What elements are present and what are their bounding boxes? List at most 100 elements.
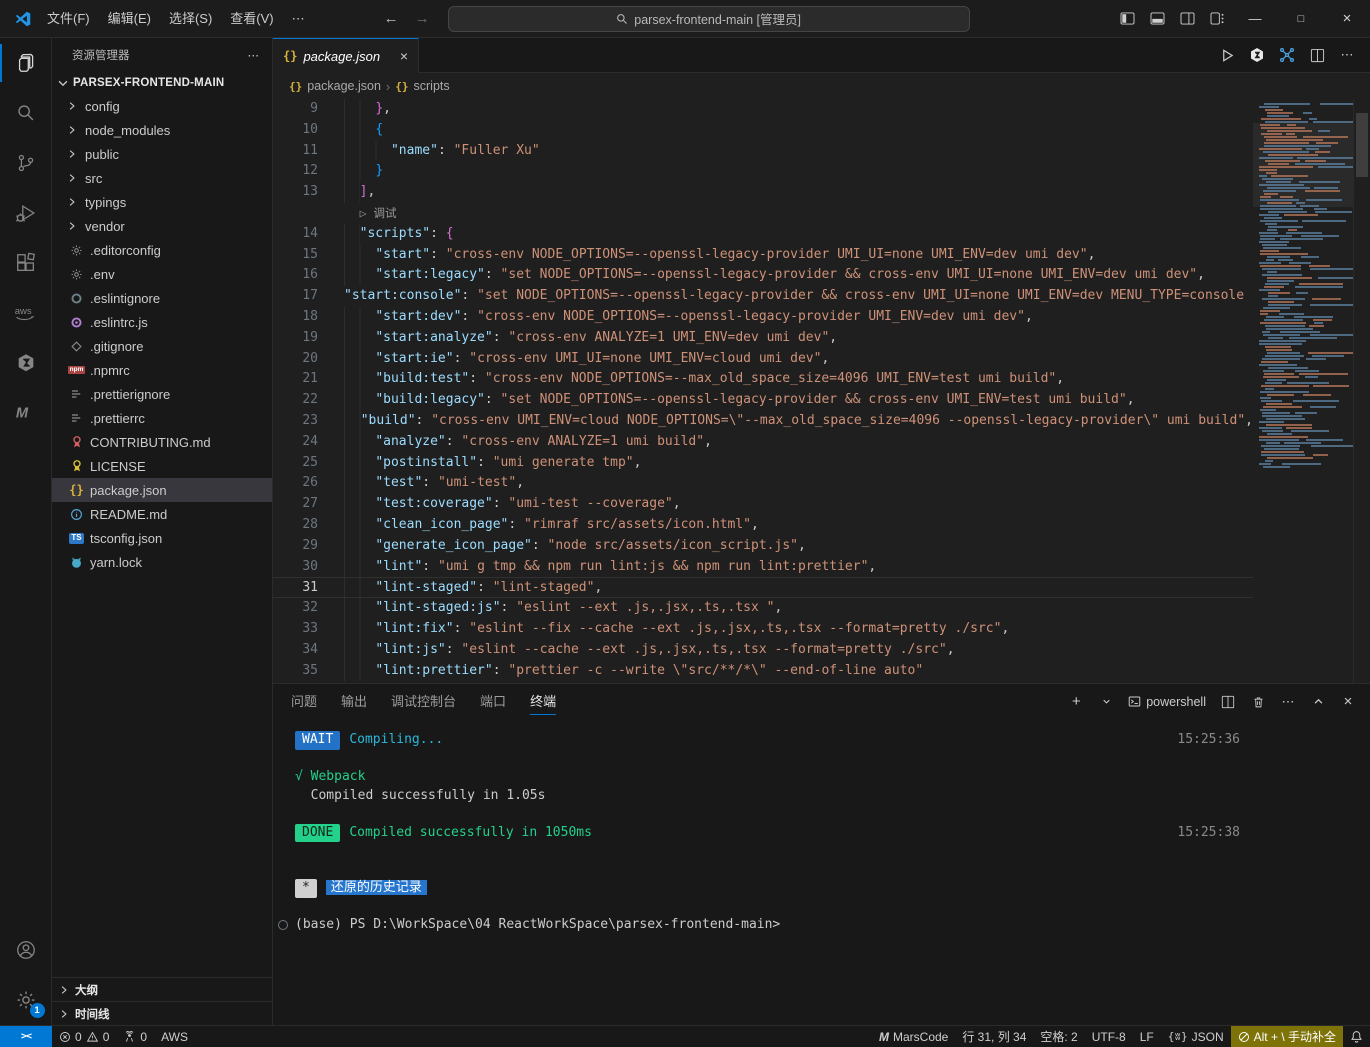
code-line-28[interactable]: 28"clean_icon_page": "rimraf src/assets/… — [273, 515, 1253, 536]
menu-item-4[interactable]: ⋯ — [283, 6, 314, 32]
tree-item-src[interactable]: src — [52, 166, 272, 190]
code-line-11[interactable]: 11"name": "Fuller Xu" — [273, 141, 1253, 162]
code-editor[interactable]: 9},10{11"name": "Fuller Xu"12}13],▷ 调试14… — [273, 99, 1370, 683]
vertical-scrollbar[interactable] — [1353, 99, 1370, 683]
kill-terminal-icon[interactable] — [1244, 689, 1272, 715]
ports-status[interactable]: 0 — [116, 1026, 154, 1047]
code-graph-icon[interactable] — [1274, 42, 1300, 68]
tree-item-typings[interactable]: typings — [52, 190, 272, 214]
code-line-10[interactable]: 10{ — [273, 120, 1253, 141]
tree-item-node-modules[interactable]: node_modules — [52, 118, 272, 142]
codelens-row[interactable]: ▷ 调试 — [273, 203, 1253, 224]
section-timeline[interactable]: 时间线 — [52, 1001, 272, 1025]
aws-status[interactable]: AWS — [154, 1026, 195, 1047]
extension-hexagon-icon[interactable] — [1244, 42, 1270, 68]
scrollbar-handle[interactable] — [1356, 113, 1368, 177]
activity-explorer-icon[interactable] — [0, 38, 52, 88]
tab-package-json[interactable]: {} package.json × — [273, 38, 419, 73]
code-line-35[interactable]: 35"lint:prettier": "prettier -c --write … — [273, 661, 1253, 682]
menu-item-3[interactable]: 查看(V) — [221, 6, 282, 32]
close-panel-icon[interactable]: × — [1334, 689, 1362, 715]
problems-status[interactable]: 0 0 — [52, 1026, 116, 1047]
maximize-button[interactable]: □ — [1278, 0, 1324, 37]
encoding-status[interactable]: UTF-8 — [1085, 1026, 1133, 1047]
toggle-panel-icon[interactable] — [1142, 6, 1172, 32]
code-line-23[interactable]: 23"build": "cross-env UMI_ENV=cloud NODE… — [273, 411, 1253, 432]
back-arrow-icon[interactable]: ← — [384, 10, 399, 27]
tree-item-npmrc[interactable]: npm.npmrc — [52, 358, 272, 382]
tree-item-contributing-md[interactable]: CONTRIBUTING.md — [52, 430, 272, 454]
activity-marscode-icon[interactable]: M — [0, 388, 52, 438]
code-line-30[interactable]: 30"lint": "umi g tmp && npm run lint:js … — [273, 557, 1253, 578]
terminal-dropdown-icon[interactable] — [1092, 689, 1120, 715]
split-editor-icon[interactable] — [1304, 42, 1330, 68]
run-button-icon[interactable] — [1214, 42, 1240, 68]
section-outline[interactable]: 大纲 — [52, 977, 272, 1001]
tree-item-readme-md[interactable]: README.md — [52, 502, 272, 526]
tree-item-eslintrc-js[interactable]: .eslintrc.js — [52, 310, 272, 334]
breadcrumb-item[interactable]: package.json — [307, 79, 381, 93]
close-button[interactable]: × — [1324, 0, 1370, 37]
cursor-position[interactable]: 行 31, 列 34 — [955, 1026, 1033, 1047]
activity-settings-icon[interactable]: 1 — [0, 975, 52, 1025]
terminal-instance-powershell[interactable]: powershell — [1122, 695, 1212, 709]
panel-tab-调试控制台[interactable]: 调试控制台 — [391, 685, 456, 719]
tree-item-package-json[interactable]: {}package.json — [52, 478, 272, 502]
toggle-secondary-sidebar-icon[interactable] — [1172, 6, 1202, 32]
panel-more-icon[interactable]: ⋯ — [1274, 689, 1302, 715]
indentation-status[interactable]: 空格: 2 — [1033, 1026, 1084, 1047]
notifications-bell-icon[interactable] — [1343, 1026, 1370, 1047]
activity-source-control-icon[interactable] — [0, 138, 52, 188]
maximize-panel-icon[interactable] — [1304, 689, 1332, 715]
split-terminal-icon[interactable] — [1214, 689, 1242, 715]
forward-arrow-icon[interactable]: → — [415, 10, 430, 27]
code-line-9[interactable]: 9}, — [273, 99, 1253, 120]
explorer-more-actions-icon[interactable]: ⋯ — [248, 48, 261, 62]
code-line-33[interactable]: 33"lint:fix": "eslint --fix --cache --ex… — [273, 619, 1253, 640]
tree-item-gitignore[interactable]: .gitignore — [52, 334, 272, 358]
tree-item-yarn-lock[interactable]: yarn.lock — [52, 550, 272, 574]
panel-tab-终端[interactable]: 终端 — [530, 685, 556, 719]
code-line-21[interactable]: 21"build:test": "cross-env NODE_OPTIONS=… — [273, 369, 1253, 390]
ai-completion-status[interactable]: Alt + \ 手动补全 — [1231, 1026, 1343, 1047]
code-line-25[interactable]: 25"postinstall": "umi generate tmp", — [273, 453, 1253, 474]
code-line-22[interactable]: 22"build:legacy": "set NODE_OPTIONS=--op… — [273, 390, 1253, 411]
more-actions-icon[interactable]: ⋯ — [1334, 42, 1360, 68]
command-decoration-icon[interactable] — [278, 920, 288, 930]
activity-accounts-icon[interactable] — [0, 925, 52, 975]
code-line-19[interactable]: 19"start:analyze": "cross-env ANALYZE=1 … — [273, 328, 1253, 349]
command-center-search[interactable]: parsex-frontend-main [管理员] — [448, 6, 970, 32]
menu-item-1[interactable]: 编辑(E) — [99, 6, 160, 32]
activity-extensions-icon[interactable] — [0, 238, 52, 288]
code-line-26[interactable]: 26"test": "umi-test", — [273, 473, 1253, 494]
code-line-27[interactable]: 27"test:coverage": "umi-test --coverage"… — [273, 494, 1253, 515]
panel-tab-问题[interactable]: 问题 — [291, 685, 317, 719]
tree-item-vendor[interactable]: vendor — [52, 214, 272, 238]
tree-item-env[interactable]: .env — [52, 262, 272, 286]
code-line-17[interactable]: 17"start:console": "set NODE_OPTIONS=--o… — [273, 286, 1253, 307]
terminal-output[interactable]: WAITCompiling...15:25:36√ Webpack Compil… — [273, 719, 1370, 1025]
toggle-sidebar-icon[interactable] — [1112, 6, 1142, 32]
activity-search-icon[interactable] — [0, 88, 52, 138]
tab-close-icon[interactable]: × — [400, 48, 408, 64]
tree-item-tsconfig-json[interactable]: TStsconfig.json — [52, 526, 272, 550]
tree-item-license[interactable]: LICENSE — [52, 454, 272, 478]
code-line-24[interactable]: 24"analyze": "cross-env ANALYZE=1 umi bu… — [273, 432, 1253, 453]
codelens-debug-action[interactable]: ▷ 调试 — [344, 203, 397, 224]
code-line-34[interactable]: 34"lint:js": "eslint --cache --ext .js,.… — [273, 640, 1253, 661]
code-line-32[interactable]: 32"lint-staged:js": "eslint --ext .js,.j… — [273, 598, 1253, 619]
new-terminal-icon[interactable]: + — [1062, 689, 1090, 715]
workspace-root-folder[interactable]: PARSEX-FRONTEND-MAIN — [52, 72, 272, 94]
panel-tab-端口[interactable]: 端口 — [480, 685, 506, 719]
remote-indicator[interactable]: >< — [0, 1026, 52, 1047]
code-line-14[interactable]: 14"scripts": { — [273, 224, 1253, 245]
activity-run-debug-icon[interactable] — [0, 188, 52, 238]
code-line-31[interactable]: 31"lint-staged": "lint-staged", — [273, 577, 1253, 598]
tree-item-config[interactable]: config — [52, 94, 272, 118]
activity-extension-hexagon-icon[interactable] — [0, 338, 52, 388]
panel-tab-输出[interactable]: 输出 — [341, 685, 367, 719]
tree-item-prettierignore[interactable]: .prettierignore — [52, 382, 272, 406]
code-line-12[interactable]: 12} — [273, 161, 1253, 182]
tree-item-eslintignore[interactable]: .eslintignore — [52, 286, 272, 310]
menu-item-2[interactable]: 选择(S) — [160, 6, 221, 32]
